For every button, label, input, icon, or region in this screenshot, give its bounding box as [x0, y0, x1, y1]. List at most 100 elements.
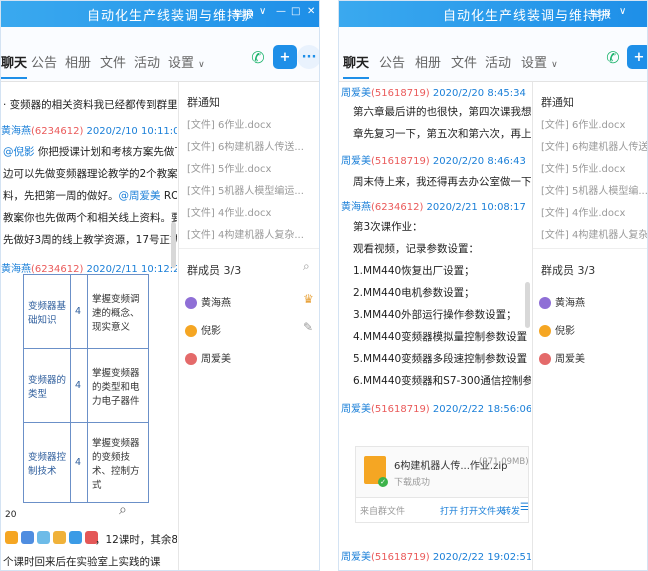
message-text: 第3次课作业：	[353, 221, 423, 233]
dropdown-button[interactable]: ∨	[619, 6, 626, 17]
message-text: 边可以先做变频器理论教学的2个教案和相关资	[3, 168, 177, 180]
tab-files[interactable]: 文件	[100, 52, 126, 71]
more-icon[interactable]: ···	[297, 45, 319, 69]
copy-icon[interactable]	[37, 531, 50, 544]
message-header: 周爱美(51618719) 2020/2/22 18:56:06	[341, 400, 531, 415]
sender-name: 周爱美	[341, 88, 371, 99]
share-screen-icon[interactable]: +	[627, 45, 647, 69]
tab-settings-label: 设置	[168, 56, 195, 71]
message-header: 周爱美(51618719) 2020/2/22 19:02:51	[341, 548, 531, 563]
sender-name: 黄海燕	[1, 126, 31, 137]
report-button[interactable]: 举报	[233, 6, 253, 21]
table-cell-topic: 变频器基础知识	[23, 274, 71, 349]
row-number: 20	[5, 510, 17, 520]
notice-file-item[interactable]: [文件] 6构建机器人传送...	[541, 138, 647, 153]
member-item[interactable]: 周爱美	[539, 350, 585, 365]
notice-file-item[interactable]: [文件] 4构建机器人复杂...	[541, 226, 647, 241]
notice-file-item[interactable]: [文件] 4作业.docx	[541, 204, 625, 219]
download-icon[interactable]	[69, 531, 82, 544]
mention[interactable]: @倪影	[3, 146, 35, 158]
mention[interactable]: @周爱美	[119, 190, 161, 202]
tab-activity[interactable]: 活动	[485, 52, 511, 71]
avatar	[185, 325, 197, 337]
file-card[interactable]: ✓ 6构建机器人传...作业.zip 下载成功	[355, 446, 529, 498]
tab-notice[interactable]: 公告	[379, 52, 405, 71]
edit-icon[interactable]: ✎	[303, 320, 313, 334]
phone-icon[interactable]: ✆	[246, 45, 270, 69]
avatar	[185, 297, 197, 309]
report-button[interactable]: 举报	[591, 6, 611, 21]
chat-scrollbar[interactable]	[525, 282, 530, 328]
sender-qq: (51618719)	[371, 552, 430, 563]
menu-icon[interactable]: ☰	[520, 502, 529, 513]
table-cell-topic: 变频器控制技术	[23, 422, 71, 503]
member-item[interactable]: 周爱美	[185, 350, 231, 365]
tab-files[interactable]: 文件	[451, 52, 477, 71]
file-size: (971.09MB)	[479, 457, 529, 467]
message-time: 2020/2/22 19:02:51	[429, 552, 531, 563]
file-card-footer: 来自群文件 打开 打开文件夹 转发 ☰	[355, 498, 529, 523]
message-text: 料，先把第一周的做好。@周爱美 ROBDK的	[3, 188, 177, 203]
notice-file-item[interactable]: [文件] 5机器人模型编运...	[187, 182, 304, 197]
document-icon[interactable]	[21, 531, 34, 544]
notice-file-item[interactable]: [文件] 5作业.docx	[541, 160, 625, 175]
minimize-button[interactable]: —	[276, 6, 286, 17]
group-notice-title[interactable]: 群通知	[187, 94, 220, 110]
message-header: 周爱美(51618719) 2020/2/20 8:46:43	[341, 152, 526, 167]
close-button[interactable]: ✕	[307, 6, 315, 17]
notice-file-item[interactable]: [文件] 6作业.docx	[187, 116, 271, 131]
message-text-part: 料，先把第一周的做好。	[3, 190, 119, 202]
share-screen-icon[interactable]: +	[273, 45, 297, 69]
message-time: 2020/2/22 18:56:06	[429, 404, 531, 415]
chat-scrollbar[interactable]	[171, 222, 176, 268]
table-row: 变频器基础知识 4 掌握变频调速的概念、现实意义	[23, 274, 149, 349]
message-time: 2020/2/20 8:46:43	[429, 156, 526, 167]
notice-file-item[interactable]: [文件] 4作业.docx	[187, 204, 271, 219]
tab-album[interactable]: 相册	[415, 52, 441, 71]
notice-file-item[interactable]: [文件] 6作业.docx	[541, 116, 625, 131]
message-text: 6.MM440变频器和S7-300通信控制参数	[353, 375, 531, 387]
notice-file-item[interactable]: [文件] 4构建机器人复杂...	[187, 226, 304, 241]
maximize-button[interactable]: □	[291, 6, 300, 17]
notice-file-item[interactable]: [文件] 6构建机器人传送...	[187, 138, 304, 153]
member-item[interactable]: 倪影	[539, 322, 575, 337]
tab-chat[interactable]: 聊天	[343, 52, 370, 79]
member-item[interactable]: 倪影	[185, 322, 221, 337]
tab-settings[interactable]: 设置 ∨	[168, 52, 205, 71]
members-title: 群成员 3/3	[541, 264, 596, 277]
dropdown-button[interactable]: ∨	[259, 6, 266, 17]
sender-qq: (623461	[31, 126, 74, 137]
file-source: 来自群文件	[360, 507, 406, 517]
message-header: 黄海燕(6234612) 2020/2/11 10:12:22	[1, 260, 177, 275]
emoji-icon[interactable]	[5, 531, 18, 544]
tab-activity[interactable]: 活动	[134, 52, 160, 71]
members-title: 群成员 3/3	[187, 264, 242, 277]
tab-bar: 聊天 公告 相册 文件 活动 设置 ∨ ✆ +	[339, 27, 647, 82]
notice-file-item[interactable]: [文件] 5机器人模型编...	[541, 182, 647, 197]
open-folder-link[interactable]: 打开文件夹	[460, 504, 505, 517]
avatar	[539, 325, 551, 337]
avatar	[539, 297, 551, 309]
member-item[interactable]: 黄海燕	[539, 294, 585, 309]
open-file-link[interactable]: 打开	[440, 504, 458, 517]
member-item[interactable]: 黄海燕	[185, 294, 231, 309]
image-toolbar	[5, 531, 98, 544]
phone-icon[interactable]: ✆	[601, 45, 625, 69]
search-icon[interactable]: ⌕	[303, 259, 310, 274]
notice-file-item[interactable]: [文件] 5作业.docx	[187, 160, 271, 175]
message-header: 黄海燕(6234612) 2020/2/21 10:08:17	[341, 198, 526, 213]
tab-album[interactable]: 相册	[65, 52, 91, 71]
tab-chat[interactable]: 聊天	[1, 52, 28, 79]
message-text: 4.MM440变频器模拟量控制参数设置	[353, 331, 528, 343]
course-table-image[interactable]: 变频器基础知识 4 掌握变频调速的概念、现实意义 变频器的类型 4 掌握变频器的…	[23, 274, 149, 503]
shield-icon[interactable]	[53, 531, 66, 544]
tab-notice[interactable]: 公告	[31, 52, 57, 71]
right-chat-window: 自动化生产线装调与维持护 举报 ∨ 聊天 公告 相册 文件 活动 设置 ∨ ✆ …	[338, 0, 648, 571]
group-notice-title[interactable]: 群通知	[541, 94, 574, 110]
zoom-icon[interactable]: ⌕	[119, 502, 127, 518]
sender-name: 周爱美	[341, 156, 371, 167]
tab-settings[interactable]: 设置 ∨	[521, 52, 558, 71]
member-name: 周爱美	[555, 354, 585, 365]
message-text-part: ROBDK的	[163, 190, 177, 202]
forward-link[interactable]: 转发	[502, 504, 520, 517]
